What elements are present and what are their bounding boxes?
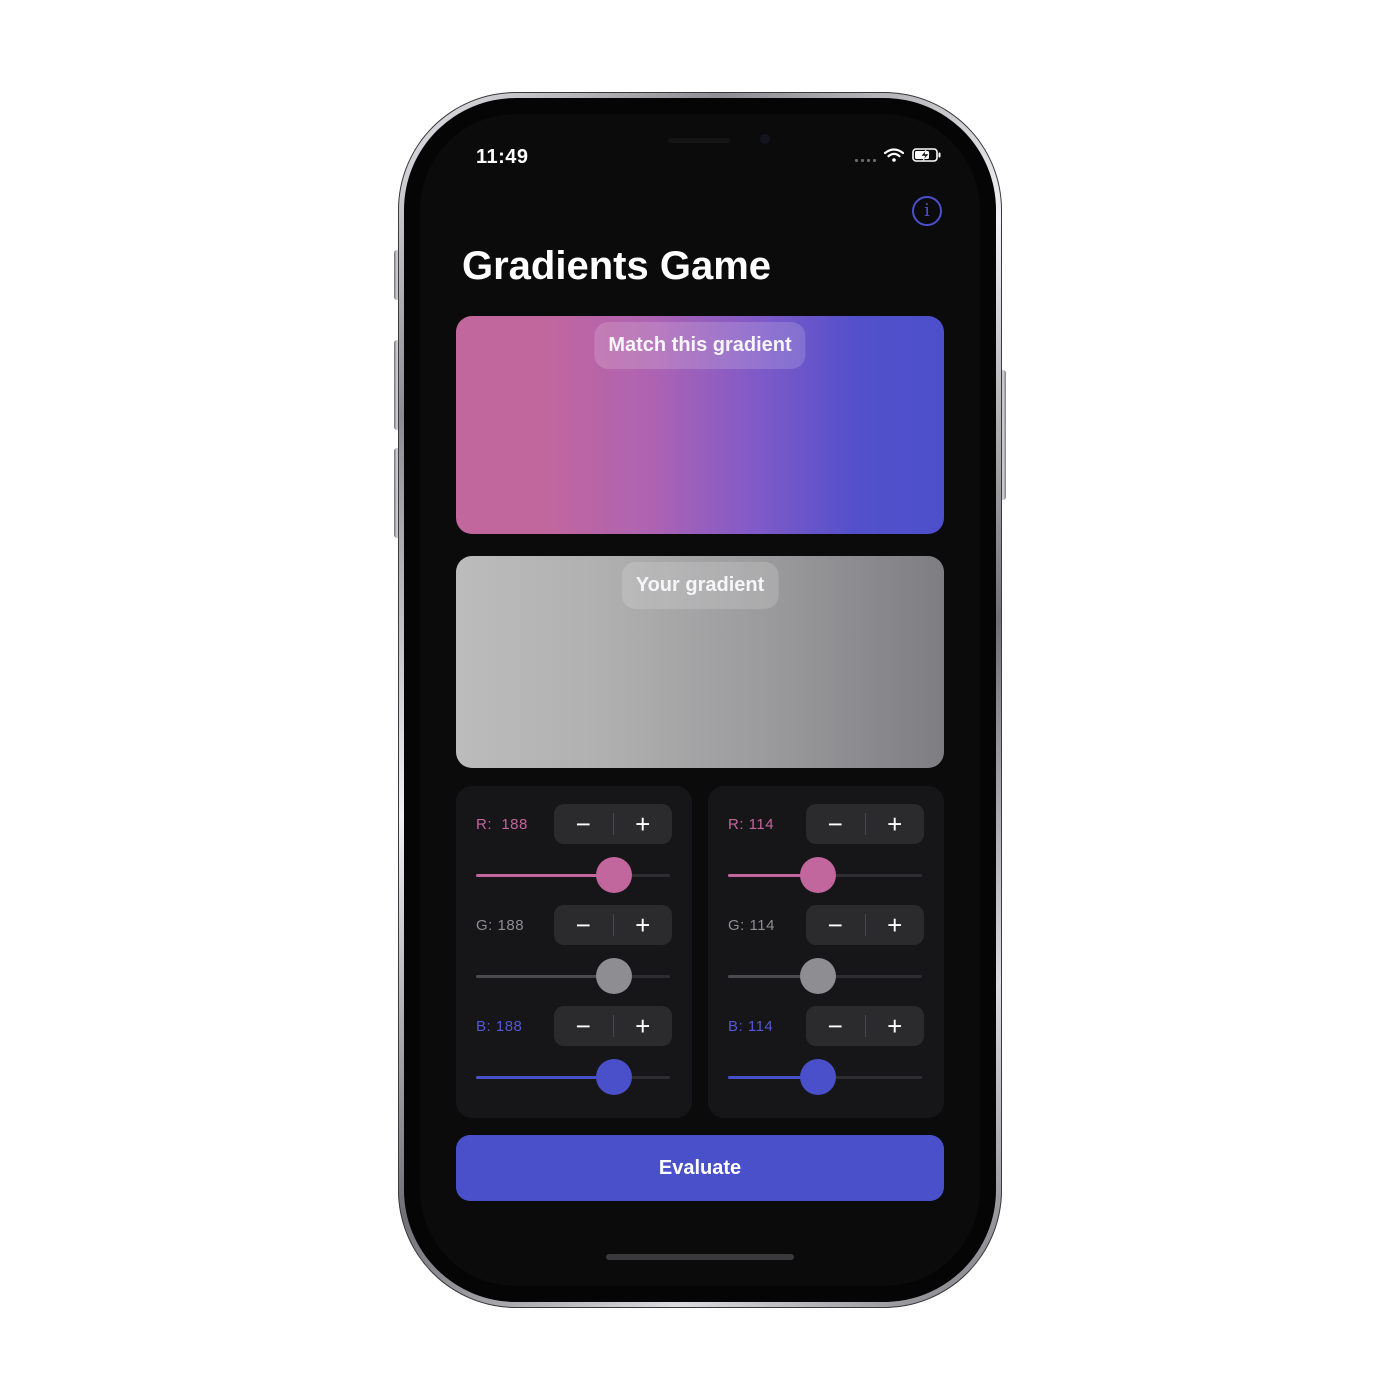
green-decrement-button[interactable]: − bbox=[554, 905, 613, 945]
target-gradient-card: Match this gradient bbox=[456, 316, 944, 534]
home-indicator[interactable] bbox=[606, 1254, 794, 1260]
blue-decrement-button[interactable]: − bbox=[554, 1006, 613, 1046]
red-slider-thumb[interactable] bbox=[800, 857, 836, 893]
blue-increment-button[interactable]: + bbox=[614, 1006, 673, 1046]
green-slider[interactable] bbox=[476, 958, 670, 994]
green-value: 114 bbox=[749, 917, 775, 934]
green-increment-button[interactable]: + bbox=[866, 905, 925, 945]
blue-slider-thumb[interactable] bbox=[800, 1059, 836, 1095]
status-time: 11:49 bbox=[476, 146, 529, 168]
info-button[interactable]: i bbox=[912, 196, 942, 226]
red-slider-thumb[interactable] bbox=[596, 857, 632, 893]
green-value: 188 bbox=[497, 917, 525, 934]
blue-value: 188 bbox=[495, 1018, 523, 1035]
blue-increment-button[interactable]: + bbox=[866, 1006, 925, 1046]
blue-decrement-button[interactable]: − bbox=[806, 1006, 865, 1046]
target-gradient-label: Match this gradient bbox=[594, 322, 806, 369]
red-stepper[interactable]: − + bbox=[806, 804, 924, 844]
blue-stepper[interactable]: − + bbox=[806, 1006, 924, 1046]
green-slider-fill bbox=[476, 975, 614, 978]
wifi-icon bbox=[884, 148, 904, 162]
green-label: G: 188 bbox=[476, 917, 525, 934]
front-camera bbox=[760, 134, 770, 144]
blue-label: B: 114 bbox=[728, 1018, 774, 1035]
status-icons bbox=[855, 148, 942, 162]
green-slider-thumb[interactable] bbox=[596, 958, 632, 994]
app-screen: 11:49 i Gradients Game Match this gradie… bbox=[420, 114, 980, 1286]
red-value: 188 bbox=[501, 816, 528, 833]
green-decrement-button[interactable]: − bbox=[806, 905, 865, 945]
blue-slider[interactable] bbox=[476, 1059, 670, 1095]
red-slider[interactable] bbox=[476, 857, 670, 893]
green-stepper[interactable]: − + bbox=[806, 905, 924, 945]
red-decrement-button[interactable]: − bbox=[806, 804, 865, 844]
red-slider[interactable] bbox=[728, 857, 922, 893]
evaluate-button[interactable]: Evaluate bbox=[456, 1135, 944, 1201]
signal-icon bbox=[855, 148, 876, 162]
red-value: 114 bbox=[748, 816, 775, 833]
green-label: G: 114 bbox=[728, 917, 775, 934]
blue-value: 114 bbox=[747, 1018, 774, 1035]
red-label: R: 188 bbox=[476, 816, 528, 833]
blue-stepper[interactable]: − + bbox=[554, 1006, 672, 1046]
green-slider-thumb[interactable] bbox=[800, 958, 836, 994]
blue-label: B: 188 bbox=[476, 1018, 523, 1035]
red-decrement-button[interactable]: − bbox=[554, 804, 613, 844]
green-stepper[interactable]: − + bbox=[554, 905, 672, 945]
red-label: R: 114 bbox=[728, 816, 775, 833]
battery-charging-icon bbox=[912, 148, 941, 162]
user-gradient-label: Your gradient bbox=[621, 562, 779, 609]
green-increment-button[interactable]: + bbox=[614, 905, 673, 945]
earpiece-speaker bbox=[668, 138, 730, 143]
red-slider-fill bbox=[476, 874, 614, 877]
blue-slider-thumb[interactable] bbox=[596, 1059, 632, 1095]
user-gradient-card: Your gradient bbox=[456, 556, 944, 768]
info-circle-icon: i bbox=[924, 200, 930, 221]
red-increment-button[interactable]: + bbox=[614, 804, 673, 844]
page-title: Gradients Game bbox=[462, 244, 772, 288]
red-stepper[interactable]: − + bbox=[554, 804, 672, 844]
device-stage: 11:49 i Gradients Game Match this gradie… bbox=[0, 0, 1400, 1400]
blue-slider[interactable] bbox=[728, 1059, 922, 1095]
end-color-panel: R: 114 − + G: 114 − + B: 114 − + bbox=[708, 786, 944, 1118]
start-color-panel: R: 188 − + G: 188 − + B: 188 − + bbox=[456, 786, 692, 1118]
blue-slider-fill bbox=[476, 1076, 614, 1079]
green-slider[interactable] bbox=[728, 958, 922, 994]
red-increment-button[interactable]: + bbox=[866, 804, 925, 844]
